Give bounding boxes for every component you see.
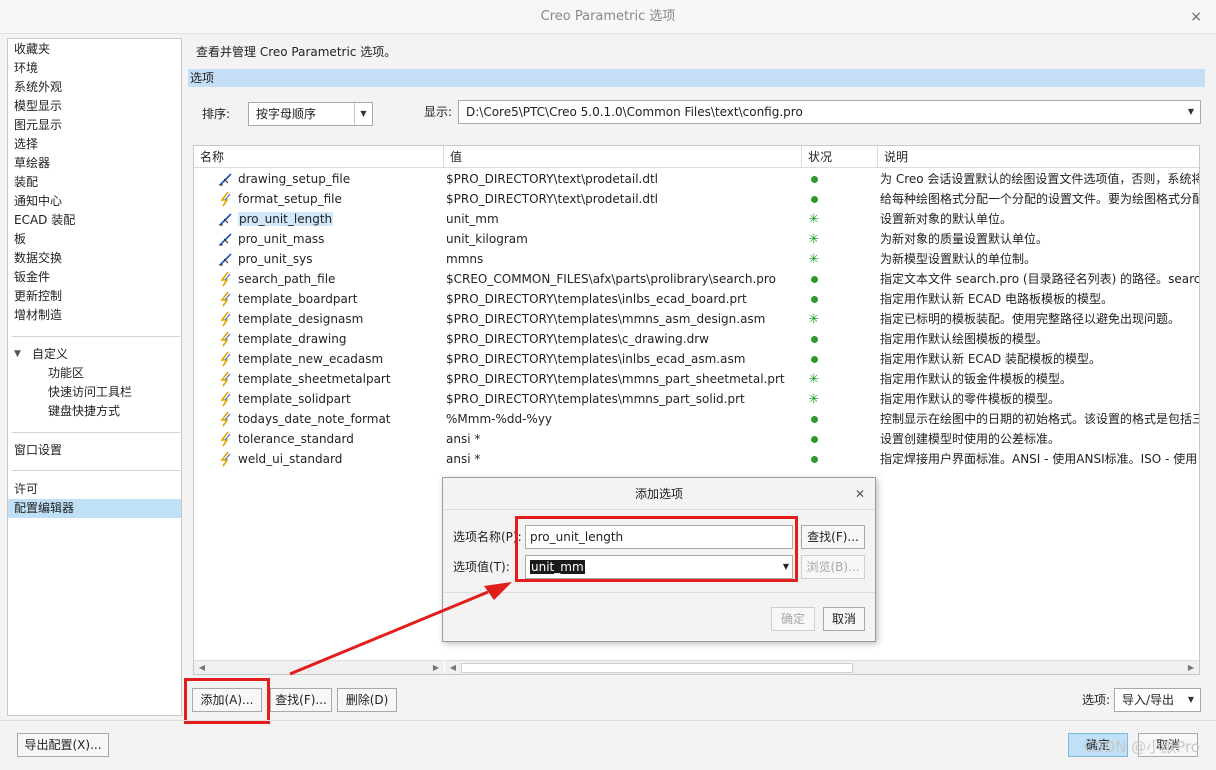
annotation-arrow: [289, 582, 512, 676]
footer-divider: [0, 720, 1216, 721]
watermark-text: CSDN @小猷Pro: [1083, 738, 1200, 756]
find-option-button[interactable]: 查找(F)...: [270, 688, 332, 712]
import-export-value: 导入/导出: [1122, 693, 1175, 707]
options-label: 选项:: [1082, 693, 1111, 707]
delete-option-button[interactable]: 删除(D): [337, 688, 397, 712]
import-export-select[interactable]: 导入/导出 ▼: [1114, 688, 1201, 712]
annotation-box-add: [184, 678, 270, 724]
export-config-button[interactable]: 导出配置(X)...: [17, 733, 109, 757]
chevron-down-icon[interactable]: ▼: [1182, 689, 1200, 711]
